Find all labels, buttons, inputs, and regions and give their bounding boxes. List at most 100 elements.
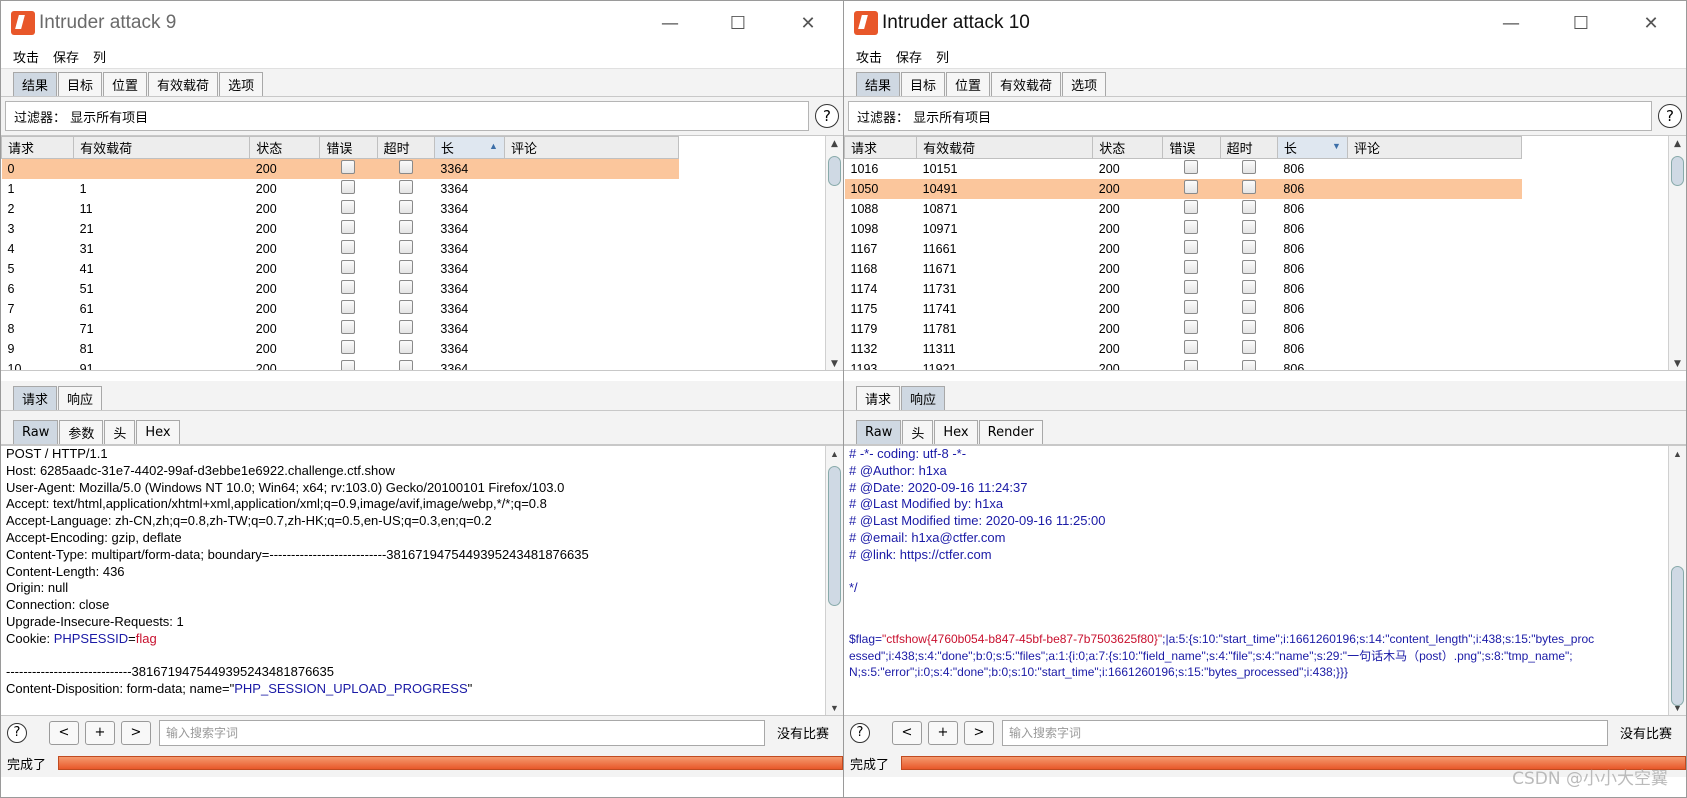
checkbox-icon[interactable]	[1241, 200, 1256, 214]
tab-options[interactable]: 选项	[1062, 72, 1107, 96]
timeout-checkbox[interactable]	[1220, 259, 1277, 279]
results-scrollbar[interactable]: ▲ ▼	[825, 136, 843, 370]
error-checkbox[interactable]	[1163, 319, 1220, 339]
error-checkbox[interactable]	[320, 259, 377, 279]
error-checkbox[interactable]	[320, 299, 377, 319]
checkbox-icon[interactable]	[398, 240, 413, 254]
table-row[interactable]: 5 41 200 3364	[2, 259, 679, 279]
scroll-thumb[interactable]	[828, 466, 841, 606]
checkbox-icon[interactable]	[1241, 260, 1256, 274]
menu-columns[interactable]: 列	[936, 47, 949, 66]
checkbox-icon[interactable]	[1241, 240, 1256, 254]
table-row[interactable]: 1193 11921 200 806	[845, 359, 1522, 370]
help-icon[interactable]: ?	[7, 722, 27, 743]
checkbox-icon[interactable]	[398, 320, 413, 334]
help-icon[interactable]: ?	[1658, 104, 1682, 128]
checkbox-icon[interactable]	[341, 300, 356, 314]
checkbox-icon[interactable]	[398, 160, 413, 175]
error-checkbox[interactable]	[1163, 279, 1220, 299]
filter-bar[interactable]: 过滤器： 显示所有项目	[848, 101, 1652, 131]
column-header[interactable]: 错误	[319, 136, 378, 159]
response-editor[interactable]: # -*- coding: utf-8 -*- # @Author: h1xa # …	[844, 445, 1686, 715]
error-checkbox[interactable]	[320, 319, 377, 339]
editor-scrollbar[interactable]: ▲ ▼	[1668, 446, 1686, 715]
tab-raw[interactable]: Raw	[856, 420, 902, 444]
filter-bar[interactable]: 过滤器： 显示所有项目	[5, 101, 809, 131]
tab-results[interactable]: 结果	[13, 72, 58, 96]
column-header[interactable]: 评论	[1346, 136, 1523, 159]
error-checkbox[interactable]	[320, 179, 377, 199]
tab-params[interactable]: 参数	[59, 420, 104, 444]
column-header[interactable]: 错误	[1162, 136, 1221, 159]
timeout-checkbox[interactable]	[377, 339, 434, 359]
tab-hex[interactable]: Hex	[136, 420, 180, 444]
timeout-checkbox[interactable]	[377, 319, 434, 339]
timeout-checkbox[interactable]	[377, 239, 434, 259]
checkbox-icon[interactable]	[398, 300, 413, 314]
tab-positions[interactable]: 位置	[103, 72, 148, 96]
timeout-checkbox[interactable]	[1220, 159, 1277, 179]
error-checkbox[interactable]	[320, 199, 377, 219]
checkbox-icon[interactable]	[341, 240, 356, 254]
error-checkbox[interactable]	[319, 158, 378, 179]
scroll-thumb[interactable]	[828, 156, 841, 186]
tab-response[interactable]: 响应	[58, 386, 103, 410]
timeout-checkbox[interactable]	[1220, 319, 1277, 339]
table-row[interactable]: 6 51 200 3364	[2, 279, 679, 299]
timeout-checkbox[interactable]	[377, 179, 434, 199]
timeout-checkbox[interactable]	[1220, 359, 1277, 370]
checkbox-icon[interactable]	[1241, 320, 1256, 334]
checkbox-icon[interactable]	[1184, 160, 1199, 175]
timeout-checkbox[interactable]	[377, 199, 434, 219]
timeout-checkbox[interactable]	[1220, 178, 1278, 199]
table-row[interactable]: 4 31 200 3364	[2, 239, 679, 259]
checkbox-icon[interactable]	[341, 340, 356, 354]
help-icon[interactable]: ?	[850, 722, 870, 743]
results-scrollbar[interactable]: ▲ ▼	[1668, 136, 1686, 370]
checkbox-icon[interactable]	[341, 360, 356, 370]
table-row[interactable]: 1050 10491 200 806	[844, 178, 1522, 199]
error-checkbox[interactable]	[1163, 339, 1220, 359]
table-row[interactable]: 1088 10871 200 806	[845, 199, 1522, 219]
table-row[interactable]: 10 91 200 3364	[2, 359, 679, 370]
checkbox-icon[interactable]	[1241, 180, 1256, 194]
tab-request[interactable]: 请求	[856, 386, 901, 410]
add-button[interactable]: +	[928, 720, 958, 745]
checkbox-icon[interactable]	[398, 220, 413, 234]
error-checkbox[interactable]	[320, 339, 377, 359]
menu-columns[interactable]: 列	[93, 47, 106, 66]
scroll-up-icon[interactable]: ▲	[1669, 446, 1686, 462]
close-icon[interactable]: ✕	[773, 1, 843, 45]
previous-button[interactable]: <	[49, 720, 79, 745]
error-checkbox[interactable]	[1163, 359, 1220, 370]
editor-scrollbar[interactable]: ▲ ▼	[825, 446, 843, 715]
table-row[interactable]: 1016 10151 200 806	[845, 159, 1522, 179]
timeout-checkbox[interactable]	[1220, 219, 1277, 239]
error-checkbox[interactable]	[1163, 299, 1220, 319]
column-header[interactable]: 状态	[1092, 136, 1164, 159]
checkbox-icon[interactable]	[1241, 220, 1256, 234]
table-row[interactable]: 0 200 3364	[1, 158, 679, 179]
timeout-checkbox[interactable]	[377, 299, 434, 319]
search-input[interactable]: 输入搜索字词	[159, 719, 765, 746]
timeout-checkbox[interactable]	[1220, 299, 1277, 319]
table-row[interactable]: 3 21 200 3364	[2, 219, 679, 239]
tab-render[interactable]: Render	[978, 420, 1043, 444]
checkbox-icon[interactable]	[398, 180, 413, 194]
checkbox-icon[interactable]	[1184, 260, 1199, 274]
table-row[interactable]: 1098 10971 200 806	[845, 219, 1522, 239]
column-header[interactable]: 有效载荷	[73, 136, 251, 159]
timeout-checkbox[interactable]	[1220, 339, 1277, 359]
next-button[interactable]: >	[121, 720, 151, 745]
column-header[interactable]: 长 ▲	[433, 136, 505, 159]
column-header[interactable]: 评论	[503, 136, 680, 159]
tab-headers[interactable]: 头	[104, 420, 136, 444]
timeout-checkbox[interactable]	[377, 279, 434, 299]
table-row[interactable]: 2 11 200 3364	[2, 199, 679, 219]
add-button[interactable]: +	[85, 720, 115, 745]
checkbox-icon[interactable]	[1241, 360, 1256, 370]
menu-attack[interactable]: 攻击	[856, 47, 882, 66]
timeout-checkbox[interactable]	[1220, 279, 1277, 299]
timeout-checkbox[interactable]	[1220, 239, 1277, 259]
tab-response[interactable]: 响应	[901, 386, 946, 410]
